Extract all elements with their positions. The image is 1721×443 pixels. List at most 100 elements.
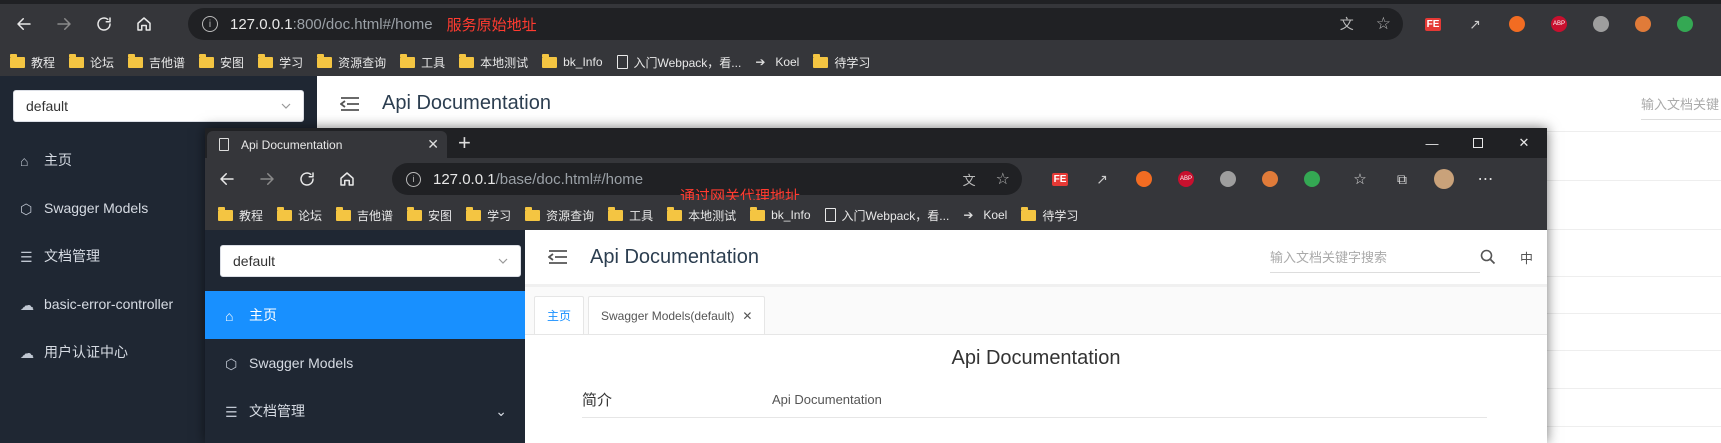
bookmark-item[interactable]: 工具 (608, 206, 654, 224)
front-search-input[interactable]: 输入文档关键字搜索 (1269, 241, 1480, 273)
collections-icon[interactable]: ⧉ (1391, 168, 1413, 190)
info-icon[interactable]: i (406, 171, 421, 187)
folder-icon (317, 53, 333, 68)
bookmark-label: 本地测试 (480, 55, 529, 70)
bookmark-label: 安图 (220, 55, 245, 70)
menu-toggle-icon[interactable] (548, 249, 568, 265)
forward-arrow-icon[interactable] (48, 8, 80, 40)
profile-avatar[interactable] (1433, 168, 1455, 190)
home-icon[interactable] (128, 8, 160, 40)
bookmark-label: 教程 (31, 55, 56, 70)
bookmark-item[interactable]: 本地测试 (459, 53, 529, 71)
bookmark-item[interactable]: 工具 (400, 53, 445, 71)
bookmark-item[interactable]: bk_Info (542, 53, 603, 69)
back-group-select[interactable]: default (13, 90, 304, 122)
url-host: 127.0.0.1 (230, 15, 293, 33)
chart-extension-icon[interactable]: ↗ (1464, 13, 1486, 35)
reload-icon[interactable] (291, 163, 323, 195)
url-host: 127.0.0.1 (433, 170, 496, 188)
sidebar-item[interactable]: ⬡ Swagger Models (205, 339, 525, 387)
bookmark-item[interactable]: 吉他谱 (128, 53, 185, 71)
bookmark-item[interactable]: 待学习 (813, 53, 870, 71)
sidebar-item-label: Swagger Models (44, 200, 149, 216)
sidebar-item-label: 用户认证中心 (44, 344, 128, 360)
bookmark-item[interactable]: 教程 (10, 53, 56, 71)
close-tab-icon[interactable]: ✕ (427, 136, 439, 153)
abp-extension-icon[interactable]: ABP (1548, 13, 1570, 35)
bookmark-label: 入门Webpack，看... (841, 208, 950, 223)
translate-icon[interactable]: 文 (963, 170, 976, 189)
fe-extension-icon[interactable]: FE (1422, 13, 1444, 35)
doc-tab[interactable]: Swagger Models(default) ✕ (588, 296, 766, 334)
tampermonkey-extension-icon[interactable] (1259, 168, 1281, 190)
bookmark-label: 资源查询 (338, 55, 387, 70)
bookmark-item[interactable]: 学习 (466, 206, 511, 224)
home-icon[interactable] (331, 163, 363, 195)
fe-extension-icon[interactable]: FE (1049, 168, 1071, 190)
bookmark-item[interactable]: 教程 (218, 206, 263, 224)
bookmark-label: 资源查询 (546, 208, 595, 223)
folder-icon (69, 53, 85, 68)
chart-extension-icon[interactable]: ↗ (1091, 168, 1113, 190)
infinity-extension-icon[interactable] (1506, 13, 1528, 35)
bookmark-item[interactable]: 安图 (199, 53, 245, 71)
sidebar-item-label: basic-error-controller (44, 296, 174, 312)
infinity-extension-icon[interactable] (1133, 168, 1155, 190)
sidebar-item[interactable]: ☰ 文档管理 ⌄ (205, 387, 525, 435)
back-address-bar[interactable]: i 127.0.0.1:800/doc.html#/home 服务原始地址 文 … (188, 8, 1403, 40)
new-tab-icon[interactable]: + (458, 130, 471, 156)
search-extension-icon[interactable] (1301, 168, 1323, 190)
bookmark-item[interactable]: 本地测试 (667, 206, 736, 224)
abp-extension-icon[interactable]: ABP (1175, 168, 1197, 190)
folder-icon (542, 53, 558, 68)
favorites-icon[interactable]: ☆ (1349, 168, 1371, 190)
bookmark-item[interactable]: 安图 (407, 206, 452, 224)
front-tab[interactable]: Api Documentation ✕ (207, 131, 447, 158)
bookmark-item[interactable]: ➔ Koel (963, 208, 1007, 222)
bookmark-item[interactable]: ➔ Koel (755, 55, 799, 69)
front-page-title: Api Documentation (590, 245, 759, 268)
close-tab-icon[interactable]: ✕ (742, 309, 752, 323)
close-window-icon[interactable]: ✕ (1501, 128, 1547, 158)
bookmark-item[interactable]: 论坛 (69, 53, 114, 71)
back-arrow-icon[interactable] (211, 163, 243, 195)
info-icon[interactable]: i (202, 16, 218, 32)
bookmark-item[interactable]: 入门Webpack，看... (824, 207, 950, 224)
reload-icon[interactable] (88, 8, 120, 40)
forward-arrow-icon[interactable] (251, 163, 283, 195)
download-extension-icon[interactable] (1217, 168, 1239, 190)
language-toggle[interactable]: 中 (1520, 248, 1533, 267)
bookmark-item[interactable]: 资源查询 (525, 206, 595, 224)
minimize-icon[interactable]: — (1409, 128, 1455, 158)
front-group-select[interactable]: default (220, 245, 521, 277)
bookmark-label: 工具 (629, 208, 654, 223)
back-arrow-icon[interactable] (8, 8, 40, 40)
bookmark-item[interactable]: bk_Info (750, 206, 811, 222)
translate-icon[interactable]: 文 (1340, 14, 1354, 34)
bookmark-label: 学习 (279, 55, 304, 70)
star-icon[interactable]: ☆ (996, 169, 1010, 189)
page-icon (219, 138, 229, 151)
sidebar-item[interactable]: ⌂ 主页 (205, 291, 525, 339)
cloud-icon: ☁ (20, 297, 34, 313)
back-browser-toolbar: i 127.0.0.1:800/doc.html#/home 服务原始地址 文 … (0, 0, 1721, 48)
maximize-icon[interactable] (1455, 128, 1501, 158)
bookmark-item[interactable]: 待学习 (1021, 206, 1078, 224)
url-path: /base/doc.html#/home (495, 170, 644, 188)
front-group-select-value: default (233, 253, 276, 269)
bookmark-item[interactable]: 资源查询 (317, 53, 387, 71)
bookmark-item[interactable]: 学习 (258, 53, 304, 71)
tampermonkey-extension-icon[interactable] (1632, 13, 1654, 35)
download-extension-icon[interactable] (1590, 13, 1612, 35)
star-icon[interactable]: ☆ (1376, 14, 1391, 34)
bookmark-item[interactable]: 论坛 (277, 206, 322, 224)
bookmark-item[interactable]: 吉他谱 (336, 206, 393, 224)
search-icon[interactable] (1480, 249, 1496, 265)
bookmark-item[interactable]: 入门Webpack，看... (616, 54, 741, 71)
front-nav-buttons (211, 163, 363, 195)
menu-toggle-icon[interactable] (340, 96, 360, 112)
doc-tab[interactable]: 主页 (534, 296, 585, 334)
back-search-input[interactable]: 输入文档关键 (1641, 88, 1721, 120)
search-extension-icon[interactable] (1674, 13, 1696, 35)
more-menu-icon[interactable]: ⋯ (1475, 168, 1497, 190)
